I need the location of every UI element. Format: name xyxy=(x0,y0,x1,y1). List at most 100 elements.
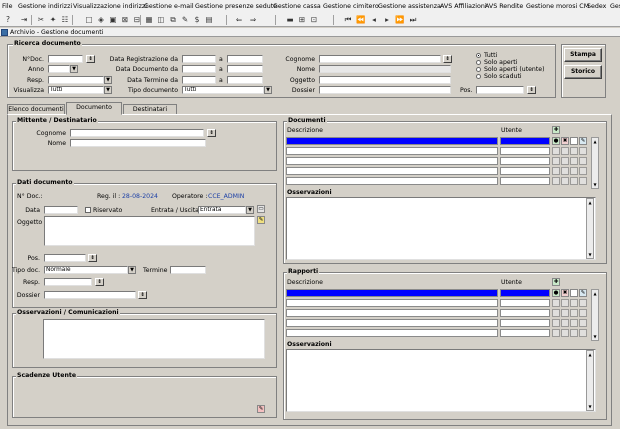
last-icon[interactable]: ⏭ xyxy=(408,15,418,25)
menu-item[interactable]: AVS Affiliazioni xyxy=(440,3,487,10)
save-icon[interactable]: ▣ xyxy=(108,15,118,25)
documenti-row-checkbox[interactable] xyxy=(570,137,578,145)
rapporti-oss-scrollbar[interactable]: ▲ ▼ xyxy=(586,350,594,411)
documenti-row-description[interactable] xyxy=(286,177,498,185)
rapporti-row-checkbox[interactable] xyxy=(570,329,578,337)
menu-item[interactable]: Visualizzazione indirizzi xyxy=(73,3,147,10)
dati-resp-input[interactable] xyxy=(44,278,92,286)
data-term-to-input[interactable] xyxy=(227,76,263,84)
documenti-scrollbar[interactable]: ▲ ▼ xyxy=(591,137,599,189)
tab-destinatari[interactable]: Destinatari xyxy=(123,104,177,114)
menu-item[interactable]: Gestione indirizzi xyxy=(18,3,72,10)
documenti-row-delete-icon[interactable] xyxy=(561,177,569,185)
data-reg-from-input[interactable] xyxy=(182,55,216,63)
prev-icon[interactable]: ◂ xyxy=(369,15,379,25)
documenti-row-edit-icon[interactable] xyxy=(579,157,587,165)
data-reg-to-input[interactable] xyxy=(227,55,263,63)
documenti-row-edit-icon[interactable] xyxy=(579,167,587,175)
dati-data-input[interactable] xyxy=(44,206,78,214)
window-icon[interactable]: ◫ xyxy=(156,15,166,25)
menu-item[interactable]: Gestione presenze sedute xyxy=(195,3,277,10)
tools-icon[interactable]: ✂ xyxy=(36,15,46,25)
rapporti-row-description[interactable] xyxy=(286,289,498,297)
list-icon[interactable]: ☷ xyxy=(60,15,70,25)
cognome-input[interactable] xyxy=(319,55,441,63)
rapporti-row-delete-icon[interactable] xyxy=(561,319,569,327)
documenti-row-open-icon[interactable]: ● xyxy=(552,137,560,145)
menu-item[interactable]: Gestione cassa xyxy=(273,3,321,10)
calendar-icon[interactable]: ▭ xyxy=(257,205,265,213)
rapporti-row-edit-icon[interactable]: ✎ xyxy=(579,289,587,297)
dati-pos-input[interactable] xyxy=(44,254,86,262)
riservato-checkbox[interactable] xyxy=(85,207,91,213)
menu-item[interactable]: Gestione assistenza xyxy=(378,3,441,10)
rapporti-oss-textarea[interactable] xyxy=(286,349,596,412)
rapporti-row-open-icon[interactable]: ● xyxy=(552,289,560,297)
dati-dossier-lookup-button[interactable]: ⇟ xyxy=(138,291,147,299)
documenti-row-delete-icon[interactable] xyxy=(561,167,569,175)
dati-resp-lookup-button[interactable]: ⇟ xyxy=(95,278,104,286)
rapporti-row-user[interactable] xyxy=(500,309,550,317)
documenti-row-edit-icon[interactable] xyxy=(579,147,587,155)
data-term-from-input[interactable] xyxy=(182,76,216,84)
next-page-icon[interactable]: ⏩ xyxy=(395,15,405,25)
tipo-doc-select[interactable]: Tutti xyxy=(182,86,264,94)
rapporti-row-description[interactable] xyxy=(286,309,498,317)
dati-tipo-doc-select[interactable]: Normale xyxy=(44,266,128,274)
documenti-row-edit-icon[interactable]: ✎ xyxy=(579,137,587,145)
notes-icon[interactable]: ✎ xyxy=(257,216,265,224)
menu-item[interactable]: Gestione morosi CM xyxy=(526,3,589,10)
oggetto-input[interactable] xyxy=(319,76,451,84)
rapporti-row-open-icon[interactable] xyxy=(552,329,560,337)
storico-button[interactable]: Storico xyxy=(564,65,602,79)
radio-tutti[interactable] xyxy=(476,53,481,58)
anno-dropdown-icon[interactable]: ▼ xyxy=(70,65,78,73)
oss-com-textarea[interactable] xyxy=(43,319,265,359)
menu-item[interactable]: AVS Rendite xyxy=(485,3,523,10)
rapporti-row-edit-icon[interactable] xyxy=(579,309,587,317)
data-doc-to-input[interactable] xyxy=(227,65,263,73)
rapporti-row-open-icon[interactable] xyxy=(552,309,560,317)
entrata-uscita-select[interactable]: Entrata xyxy=(198,206,246,214)
documenti-add-icon[interactable]: ✚ xyxy=(552,126,560,134)
dati-pos-lookup-button[interactable]: ⇟ xyxy=(88,254,97,262)
mittente-nome-input[interactable] xyxy=(70,139,206,147)
stampa-button[interactable]: Stampa xyxy=(564,48,602,62)
monitor-icon[interactable]: ▬ xyxy=(285,15,295,25)
nome-input[interactable] xyxy=(319,65,451,73)
documenti-row-user[interactable] xyxy=(500,167,550,175)
documenti-row-description[interactable] xyxy=(286,157,498,165)
documenti-row-open-icon[interactable] xyxy=(552,157,560,165)
dati-oggetto-textarea[interactable] xyxy=(44,216,255,246)
back-icon[interactable]: ⇐ xyxy=(234,15,244,25)
forward-icon[interactable]: ⇒ xyxy=(248,15,258,25)
tree-icon[interactable]: ✦ xyxy=(48,15,58,25)
dati-tipo-doc-dropdown-icon[interactable]: ▼ xyxy=(128,266,136,274)
rapporti-row-edit-icon[interactable] xyxy=(579,299,587,307)
query-icon[interactable]: ⊞ xyxy=(297,15,307,25)
documenti-row-user[interactable] xyxy=(500,147,550,155)
data-doc-from-input[interactable] xyxy=(182,65,216,73)
documenti-row-checkbox[interactable] xyxy=(570,157,578,165)
next-icon[interactable]: ▸ xyxy=(382,15,392,25)
mittente-cognome-input[interactable] xyxy=(70,129,204,137)
rapporti-row-open-icon[interactable] xyxy=(552,299,560,307)
cognome-lookup-button[interactable]: ⇟ xyxy=(443,55,452,63)
documenti-oss-textarea[interactable] xyxy=(286,197,596,260)
tab-documento[interactable]: Documento xyxy=(66,102,122,115)
tools2-icon[interactable]: ✎ xyxy=(180,15,190,25)
rapporti-row-description[interactable] xyxy=(286,319,498,327)
first-icon[interactable]: ⏮ xyxy=(343,15,353,25)
documenti-row-delete-icon[interactable]: ✖ xyxy=(561,137,569,145)
documenti-row-checkbox[interactable] xyxy=(570,177,578,185)
documenti-row-user[interactable] xyxy=(500,137,550,145)
documenti-row-delete-icon[interactable] xyxy=(561,157,569,165)
tab-elenco-documenti[interactable]: Elenco documenti xyxy=(7,104,65,114)
documenti-row-delete-icon[interactable] xyxy=(561,147,569,155)
anno-select[interactable] xyxy=(48,65,70,73)
documenti-row-open-icon[interactable] xyxy=(552,167,560,175)
rapporti-row-delete-icon[interactable] xyxy=(561,329,569,337)
rapporti-row-checkbox[interactable] xyxy=(570,319,578,327)
documenti-row-open-icon[interactable] xyxy=(552,177,560,185)
entrata-uscita-dropdown-icon[interactable]: ▼ xyxy=(246,206,254,214)
